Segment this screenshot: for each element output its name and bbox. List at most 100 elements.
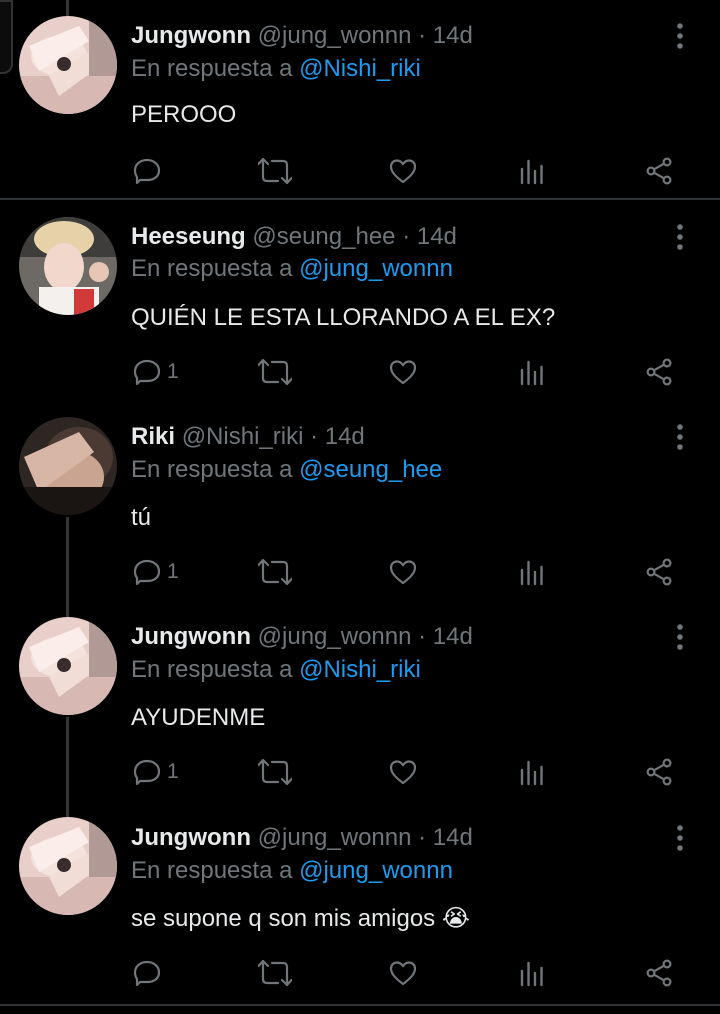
views-button[interactable] bbox=[519, 956, 545, 990]
views-button[interactable] bbox=[519, 154, 545, 188]
reply-context: En respuesta a @seung_hee bbox=[131, 456, 442, 484]
jungwon-avatar-image bbox=[19, 817, 117, 915]
share-button[interactable] bbox=[645, 755, 673, 789]
riki-avatar-image bbox=[19, 417, 117, 515]
like-button[interactable] bbox=[389, 154, 417, 188]
author-name[interactable]: Jungwonn bbox=[131, 824, 251, 851]
author-name[interactable]: Heeseung bbox=[131, 223, 246, 250]
author-handle-time: @seung_hee · 14d bbox=[252, 223, 457, 250]
like-button[interactable] bbox=[389, 755, 417, 789]
views-button[interactable] bbox=[519, 555, 545, 589]
retweet-button[interactable] bbox=[258, 355, 292, 389]
share-button[interactable] bbox=[645, 555, 673, 589]
reply-prefix: En respuesta a bbox=[131, 55, 293, 82]
tweet-header: Riki @Nishi_riki · 14d bbox=[131, 423, 365, 451]
reply-context: En respuesta a @Nishi_riki bbox=[131, 656, 421, 684]
reply-mention-link[interactable]: @jung_wonnn bbox=[299, 857, 453, 884]
tweet-text: PEROOO bbox=[131, 101, 237, 128]
heart-icon bbox=[389, 961, 417, 986]
heart-icon bbox=[389, 159, 417, 184]
jungwon-avatar-image bbox=[19, 617, 117, 715]
analytics-icon bbox=[520, 560, 543, 586]
share-icon bbox=[646, 157, 672, 185]
retweet-icon bbox=[258, 157, 292, 185]
tweet-text: AYUDENME bbox=[131, 704, 266, 731]
reply-count: 1 bbox=[167, 560, 179, 583]
author-name[interactable]: Jungwonn bbox=[131, 623, 251, 650]
views-button[interactable] bbox=[519, 755, 545, 789]
jungwon-avatar-image bbox=[19, 16, 117, 114]
share-icon bbox=[646, 358, 672, 386]
retweet-button[interactable] bbox=[258, 956, 292, 990]
share-icon bbox=[646, 758, 672, 786]
tweet-header: Heeseung @seung_hee · 14d bbox=[131, 223, 457, 251]
heeseung-avatar-image bbox=[19, 217, 117, 315]
heart-icon bbox=[389, 360, 417, 385]
reply-context: En respuesta a @jung_wonnn bbox=[131, 255, 453, 283]
retweet-button[interactable] bbox=[258, 154, 292, 188]
tweet[interactable]: Riki @Nishi_riki · 14d En respuesta a @s… bbox=[0, 400, 720, 600]
more-options-icon[interactable] bbox=[670, 420, 690, 454]
more-options-icon[interactable] bbox=[670, 19, 690, 53]
reply-icon bbox=[133, 559, 161, 586]
author-name[interactable]: Riki bbox=[131, 423, 175, 450]
heart-icon bbox=[389, 760, 417, 785]
analytics-icon bbox=[520, 961, 543, 987]
reply-icon bbox=[133, 359, 161, 386]
reply-button[interactable]: 1 bbox=[133, 755, 179, 789]
retweet-button[interactable] bbox=[258, 755, 292, 789]
retweet-button[interactable] bbox=[258, 555, 292, 589]
reply-prefix: En respuesta a bbox=[131, 255, 293, 282]
reply-count: 1 bbox=[167, 360, 179, 383]
tweet[interactable]: Jungwonn @jung_wonnn · 14d En respuesta … bbox=[0, 0, 720, 198]
share-button[interactable] bbox=[645, 956, 673, 990]
retweet-icon bbox=[258, 358, 292, 386]
tweet-text: QUIÉN LE ESTA LLORANDO A EL EX? bbox=[131, 304, 556, 331]
reply-prefix: En respuesta a bbox=[131, 456, 293, 483]
share-button[interactable] bbox=[645, 154, 673, 188]
share-icon bbox=[646, 558, 672, 586]
share-button[interactable] bbox=[645, 355, 673, 389]
reply-button[interactable]: 1 bbox=[133, 355, 179, 389]
avatar[interactable] bbox=[19, 417, 117, 515]
reply-mention-link[interactable]: @seung_hee bbox=[299, 456, 442, 483]
author-handle-time: @Nishi_riki · 14d bbox=[181, 423, 365, 450]
reply-context: En respuesta a @Nishi_riki bbox=[131, 55, 421, 83]
tweet[interactable]: Jungwonn @jung_wonnn · 14d En respuesta … bbox=[0, 600, 720, 800]
retweet-icon bbox=[258, 558, 292, 586]
tweet-header: Jungwonn @jung_wonnn · 14d bbox=[131, 824, 473, 852]
author-name[interactable]: Jungwonn bbox=[131, 22, 251, 49]
tweet-header: Jungwonn @jung_wonnn · 14d bbox=[131, 623, 473, 651]
reply-icon bbox=[133, 960, 161, 987]
reply-button[interactable] bbox=[133, 956, 167, 990]
reply-mention-link[interactable]: @Nishi_riki bbox=[299, 55, 421, 82]
reply-button[interactable]: 1 bbox=[133, 555, 179, 589]
analytics-icon bbox=[520, 360, 543, 386]
tweet[interactable]: Heeseung @seung_hee · 14d En respuesta a… bbox=[0, 200, 720, 400]
like-button[interactable] bbox=[389, 956, 417, 990]
avatar[interactable] bbox=[19, 817, 117, 915]
reply-mention-link[interactable]: @jung_wonnn bbox=[299, 255, 453, 282]
like-button[interactable] bbox=[389, 555, 417, 589]
more-options-icon[interactable] bbox=[670, 220, 690, 254]
tweet[interactable]: Jungwonn @jung_wonnn · 14d En respuesta … bbox=[0, 800, 720, 1004]
more-options-icon[interactable] bbox=[670, 620, 690, 654]
reply-icon bbox=[133, 759, 161, 786]
like-button[interactable] bbox=[389, 355, 417, 389]
tweet-text: tú bbox=[131, 504, 152, 531]
heart-icon bbox=[389, 560, 417, 585]
avatar[interactable] bbox=[19, 217, 117, 315]
author-handle-time: @jung_wonnn · 14d bbox=[257, 824, 473, 851]
reply-count: 1 bbox=[167, 760, 179, 783]
reply-prefix: En respuesta a bbox=[131, 656, 293, 683]
author-handle-time: @jung_wonnn · 14d bbox=[257, 623, 473, 650]
retweet-icon bbox=[258, 959, 292, 987]
more-options-icon[interactable] bbox=[670, 821, 690, 855]
analytics-icon bbox=[520, 760, 543, 786]
avatar[interactable] bbox=[19, 16, 117, 114]
avatar[interactable] bbox=[19, 617, 117, 715]
reply-mention-link[interactable]: @Nishi_riki bbox=[299, 656, 421, 683]
reply-button[interactable] bbox=[133, 154, 167, 188]
reply-context: En respuesta a @jung_wonnn bbox=[131, 857, 453, 885]
views-button[interactable] bbox=[519, 355, 545, 389]
